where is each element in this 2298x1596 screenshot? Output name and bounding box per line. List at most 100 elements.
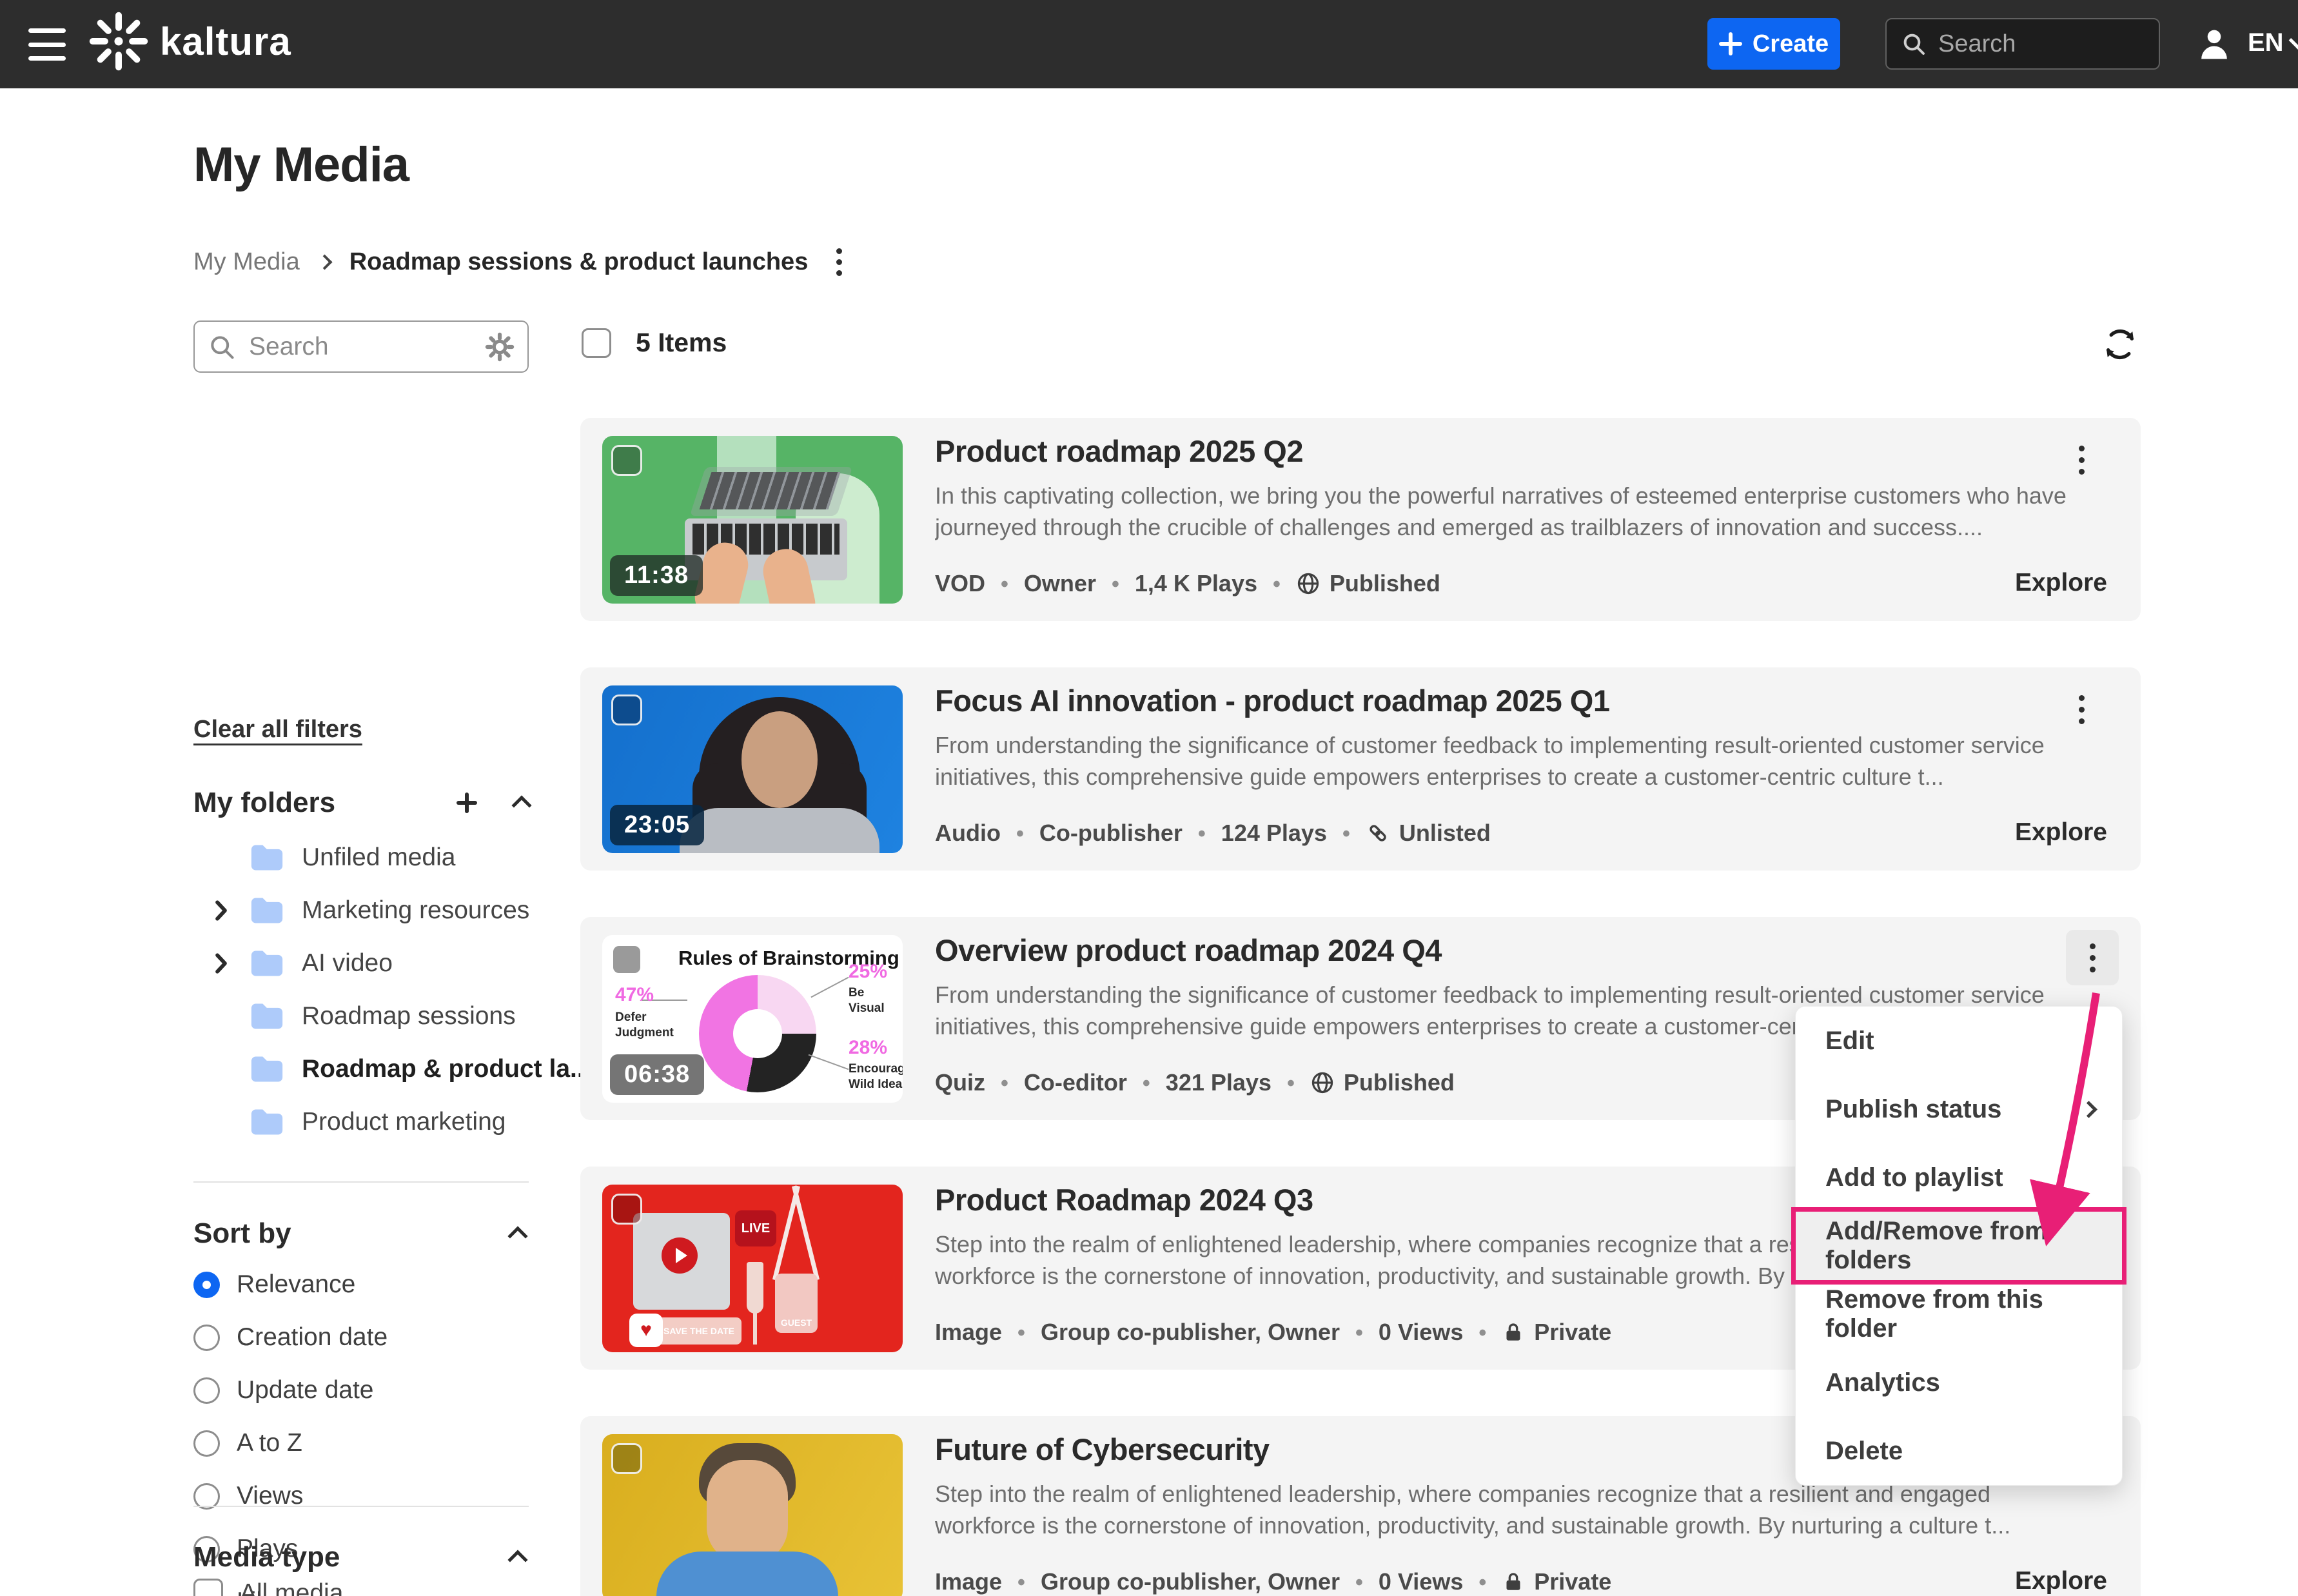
media-role-label: Group co-publisher, Owner	[1041, 1319, 1340, 1346]
item-checkbox[interactable]	[611, 1194, 642, 1225]
radio[interactable]	[193, 1325, 220, 1351]
sort-option-creation-date[interactable]: Creation date	[193, 1311, 529, 1364]
user-profile-icon[interactable]	[2196, 26, 2232, 62]
breadcrumb-root-link[interactable]: My Media	[193, 248, 300, 276]
radio-selected[interactable]	[193, 1272, 220, 1298]
duration-badge: 11:38	[610, 555, 703, 596]
item-kebab-menu[interactable]	[2062, 687, 2101, 732]
sort-option-a-to-z[interactable]: A to Z	[193, 1417, 529, 1470]
search-icon	[208, 333, 236, 361]
media-views-label: 0 Views	[1379, 1319, 1463, 1346]
sidebar-search-input[interactable]: Search	[193, 320, 529, 373]
global-search-input[interactable]: Search	[1885, 18, 2160, 70]
menu-item-remove-from-this-folder[interactable]: Remove from this folder	[1796, 1280, 2122, 1348]
menu-item-add-remove-from-folders[interactable]: Add/Remove from folders	[1796, 1212, 2122, 1280]
folder-icon	[249, 843, 285, 872]
menu-item-publish-status[interactable]: Publish status	[1796, 1075, 2122, 1143]
media-meta: Image Group co-publisher, Owner 0 Views …	[935, 1568, 1611, 1595]
media-title[interactable]: Overview product roadmap 2024 Q4	[935, 932, 1442, 968]
sort-option-views[interactable]: Views	[193, 1470, 529, 1522]
breadcrumb-kebab-menu[interactable]	[836, 248, 842, 276]
media-thumbnail[interactable]: 11:38	[602, 436, 903, 604]
sort-by-header: Sort by	[193, 1217, 529, 1250]
media-views-label: 0 Views	[1379, 1568, 1463, 1595]
folder-item-unfiled-media[interactable]: Unfiled media	[193, 831, 529, 884]
items-count: 5 Items	[636, 328, 727, 358]
media-status: Unlisted	[1366, 820, 1491, 847]
lock-icon	[1502, 1321, 1525, 1344]
select-all-checkbox[interactable]	[582, 328, 611, 358]
expand-chevron-icon[interactable]	[211, 900, 231, 921]
folder-icon	[249, 949, 285, 978]
language-label: EN	[2248, 28, 2284, 57]
menu-item-analytics[interactable]: Analytics	[1796, 1348, 2122, 1417]
media-title[interactable]: Product roadmap 2025 Q2	[935, 433, 1303, 469]
item-kebab-menu-active[interactable]	[2066, 930, 2119, 985]
folder-item-roadmap-sessions[interactable]: Roadmap sessions	[193, 990, 529, 1043]
item-context-menu: Edit Publish status Add to playlist Add/…	[1795, 1006, 2123, 1486]
status-label: Private	[1534, 1568, 1611, 1595]
gear-icon[interactable]	[485, 332, 515, 362]
add-folder-button[interactable]	[457, 793, 477, 813]
sidebar-search-placeholder: Search	[249, 333, 472, 361]
create-button-label: Create	[1753, 30, 1829, 58]
hamburger-menu-icon[interactable]	[28, 28, 66, 61]
create-button[interactable]: Create	[1707, 18, 1840, 70]
logo-wordmark: kaltura	[160, 19, 291, 64]
media-thumbnail[interactable]: LIVE GUEST SAVE THE DATE ♥	[602, 1185, 903, 1352]
submenu-chevron-icon	[2080, 1101, 2097, 1118]
refresh-icon[interactable]	[2102, 326, 2138, 362]
collapse-sort-icon[interactable]	[507, 1226, 527, 1246]
expand-chevron-icon[interactable]	[211, 952, 231, 974]
status-label: Published	[1330, 570, 1440, 597]
menu-item-edit[interactable]: Edit	[1796, 1007, 2122, 1075]
chevron-down-icon	[2288, 31, 2298, 50]
my-media-page: kaltura Create Search EN My Media My Med…	[0, 0, 2298, 1596]
status-label: Published	[1344, 1069, 1455, 1096]
sort-option-update-date[interactable]: Update date	[193, 1364, 529, 1417]
sort-option-relevance[interactable]: Relevance	[193, 1258, 529, 1311]
item-checkbox[interactable]	[611, 445, 642, 476]
folder-item-roadmap-product-launches[interactable]: Roadmap & product la...	[193, 1043, 529, 1096]
media-thumbnail[interactable]	[602, 1434, 903, 1596]
item-checkbox[interactable]	[611, 1443, 642, 1474]
folder-item-marketing-resources[interactable]: Marketing resources	[193, 884, 529, 937]
collapse-folders-icon[interactable]	[511, 795, 531, 815]
media-item-focus-ai-innovation: 23:05 Focus AI innovation - product road…	[580, 667, 2141, 871]
media-title[interactable]: Product Roadmap 2024 Q3	[935, 1182, 1313, 1217]
radio[interactable]	[193, 1377, 220, 1404]
folder-item-ai-video[interactable]: AI video	[193, 937, 529, 990]
item-checkbox[interactable]	[611, 695, 642, 725]
duration-badge: 23:05	[610, 805, 704, 845]
media-title[interactable]: Future of Cybersecurity	[935, 1432, 1270, 1467]
kaltura-logo[interactable]: kaltura	[89, 12, 291, 71]
media-thumbnail[interactable]: 23:05	[602, 685, 903, 853]
explore-link[interactable]: Explore	[2015, 1567, 2107, 1595]
plus-icon	[1719, 32, 1742, 55]
item-checkbox[interactable]	[611, 944, 642, 975]
guest-tag: GUEST	[775, 1274, 818, 1333]
item-kebab-menu[interactable]	[2062, 437, 2101, 482]
media-type-label: Image	[935, 1319, 1002, 1346]
segment-pct: 25%	[849, 961, 887, 983]
media-item-product-roadmap-2025-q2: 11:38 Product roadmap 2025 Q2 In this ca…	[580, 418, 2141, 621]
menu-item-delete[interactable]: Delete	[1796, 1417, 2122, 1485]
folder-icon	[249, 1107, 285, 1137]
media-thumbnail[interactable]: Rules of Brainstorming 47% Defer Judgmen…	[602, 935, 903, 1103]
radio[interactable]	[193, 1430, 220, 1457]
media-role-label: Owner	[1024, 570, 1096, 597]
clear-all-filters-link[interactable]: Clear all filters	[193, 716, 362, 744]
segment-pct: 28%	[849, 1037, 887, 1059]
checkbox[interactable]	[193, 1579, 223, 1596]
collapse-media-type-icon[interactable]	[507, 1550, 527, 1570]
language-selector[interactable]: EN	[2248, 28, 2298, 57]
media-type-label: Quiz	[935, 1069, 985, 1096]
media-type-option-all-media[interactable]: All media	[193, 1579, 343, 1596]
page-title: My Media	[193, 137, 409, 193]
explore-link[interactable]: Explore	[2015, 818, 2107, 847]
media-type-label: VOD	[935, 570, 985, 597]
folder-item-product-marketing[interactable]: Product marketing	[193, 1096, 529, 1148]
explore-link[interactable]: Explore	[2015, 569, 2107, 597]
media-title[interactable]: Focus AI innovation - product roadmap 20…	[935, 683, 1609, 718]
menu-item-add-to-playlist[interactable]: Add to playlist	[1796, 1143, 2122, 1212]
